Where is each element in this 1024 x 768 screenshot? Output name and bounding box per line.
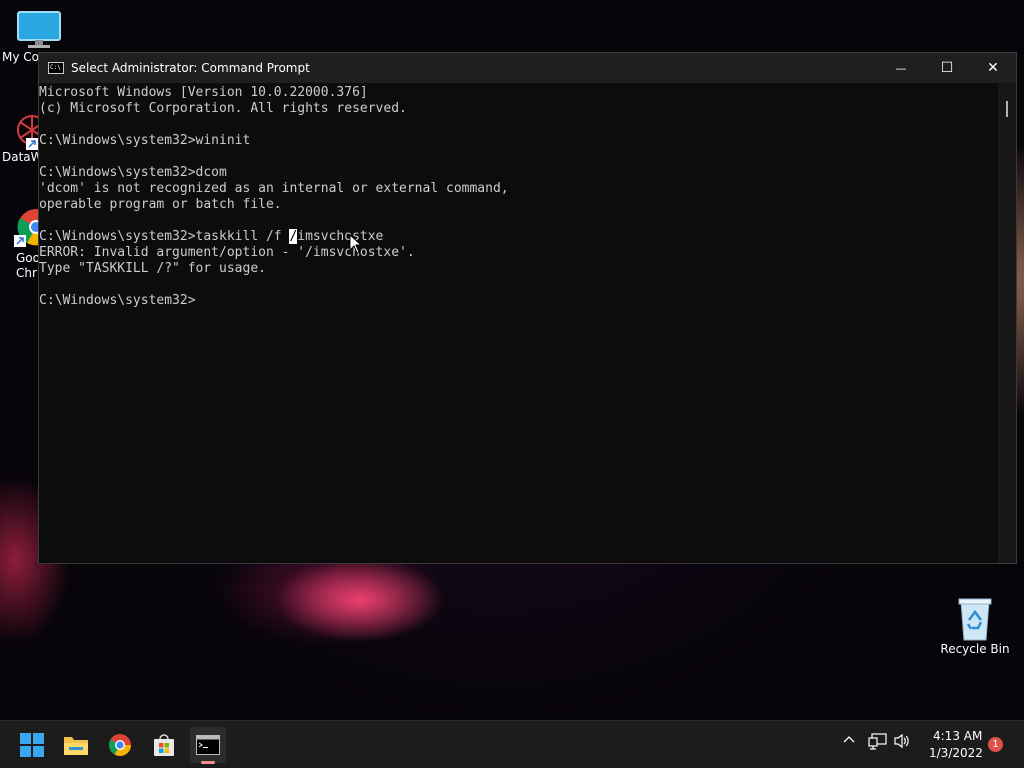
title-bar[interactable]: C:\ Select Administrator: Command Prompt… bbox=[39, 53, 1016, 83]
terminal-icon bbox=[196, 735, 220, 755]
console-line: ERROR: Invalid argument/option - '/imsvc… bbox=[39, 245, 415, 260]
speaker-icon bbox=[894, 733, 909, 749]
clock-time[interactable]: 4:13 AM bbox=[933, 729, 982, 743]
minimize-button[interactable]: — bbox=[878, 53, 924, 83]
show-hidden-icons-button[interactable] bbox=[842, 732, 856, 749]
store-bag-icon bbox=[154, 734, 174, 756]
console-line: C:\Windows\system32>wininit bbox=[39, 133, 251, 148]
microsoft-store-button[interactable] bbox=[146, 727, 182, 763]
console-line: C:\Windows\system32>dcom bbox=[39, 165, 227, 180]
window-title: Select Administrator: Command Prompt bbox=[71, 61, 310, 75]
notification-badge[interactable]: 1 bbox=[988, 737, 1003, 752]
network-icon bbox=[868, 733, 887, 750]
volume-button[interactable] bbox=[893, 732, 911, 753]
console-output[interactable]: Microsoft Windows [Version 10.0.22000.37… bbox=[39, 83, 998, 563]
scrollbar-thumb[interactable] bbox=[1006, 101, 1008, 117]
chrome-button[interactable] bbox=[102, 727, 138, 763]
clock-date[interactable]: 1/3/2022 bbox=[929, 746, 983, 760]
selection-cursor: / bbox=[289, 229, 298, 244]
console-line: operable program or batch file. bbox=[39, 197, 282, 212]
chrome-icon bbox=[109, 734, 131, 756]
chevron-up-icon bbox=[843, 736, 855, 743]
command-prompt-taskbar-button[interactable] bbox=[190, 727, 226, 764]
close-button[interactable]: ✕ bbox=[970, 53, 1016, 83]
monitor-icon bbox=[17, 11, 61, 48]
mouse-pointer-icon bbox=[349, 234, 363, 254]
network-button[interactable] bbox=[868, 732, 888, 753]
vertical-scrollbar[interactable] bbox=[998, 83, 1016, 563]
maximize-button[interactable]: ☐ bbox=[924, 53, 970, 83]
console-line: Type "TASKKILL /?" for usage. bbox=[39, 261, 266, 276]
start-button[interactable] bbox=[14, 727, 50, 763]
console-line: (c) Microsoft Corporation. All rights re… bbox=[39, 101, 407, 116]
console-line: Microsoft Windows [Version 10.0.22000.37… bbox=[39, 85, 368, 100]
command-prompt-icon: C:\ bbox=[48, 62, 64, 74]
command-prompt-window[interactable]: C:\ Select Administrator: Command Prompt… bbox=[38, 52, 1017, 564]
desktop-icon-recycle-bin[interactable]: Recycle Bin bbox=[936, 596, 1014, 656]
windows-logo-icon bbox=[20, 733, 44, 757]
recycle-bin-icon bbox=[958, 598, 992, 641]
console-prompt-line: C:\Windows\system32> bbox=[39, 293, 196, 308]
console-line: 'dcom' is not recognized as an internal … bbox=[39, 181, 509, 196]
file-explorer-button[interactable] bbox=[58, 727, 94, 763]
taskbar: 4:13 AM 1/3/2022 1 bbox=[0, 720, 1024, 768]
console-line-selected: C:\Windows\system32>taskkill /f /imsvcho… bbox=[39, 229, 384, 244]
active-app-indicator bbox=[201, 761, 215, 764]
folder-icon bbox=[64, 737, 88, 755]
desktop-icon-label: Recycle Bin bbox=[940, 642, 1010, 656]
